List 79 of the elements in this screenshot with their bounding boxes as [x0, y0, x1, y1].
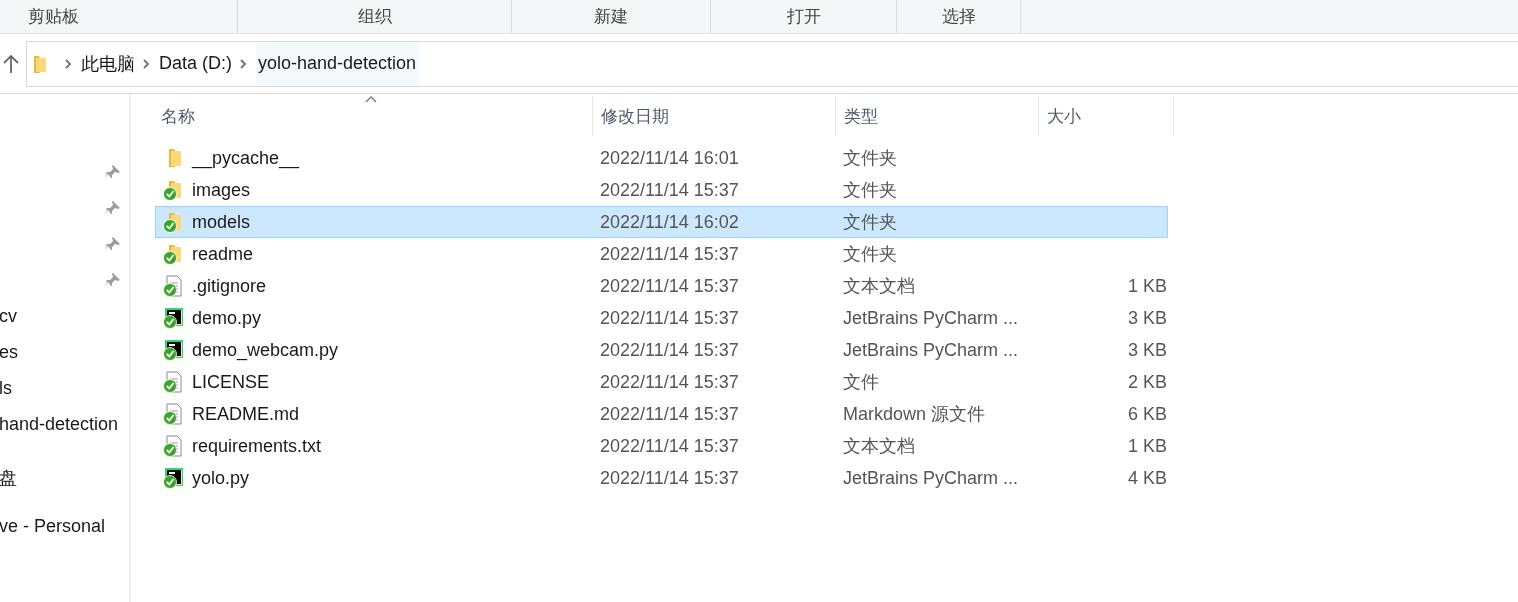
nav-item[interactable]: cv [0, 305, 17, 327]
file-type: 文件夹 [843, 179, 897, 202]
modified-date: 2022/11/14 15:37 [600, 371, 739, 393]
sort-caret-icon [365, 96, 377, 103]
nav-item[interactable]: 盘 [0, 466, 17, 490]
file-size: 1 KB [1127, 275, 1167, 297]
file-type: 文件 [843, 371, 879, 394]
chevron-icon[interactable] [64, 57, 72, 70]
modified-date: 2022/11/14 15:37 [600, 467, 739, 489]
file-name: yolo.py [192, 467, 250, 489]
file-type: 文件夹 [843, 211, 897, 234]
file-name: LICENSE [192, 371, 270, 393]
file-row[interactable]: requirements.txt 2022/11/14 15:37 文本文档 1 KB [155, 430, 1168, 462]
file-name: .gitignore [192, 275, 267, 297]
file-name: readme [192, 243, 254, 265]
file-row[interactable]: README.md 2022/11/14 15:37 Markdown 源文件 6 KB [155, 398, 1168, 430]
file-row[interactable]: readme 2022/11/14 15:37 文件夹 [155, 238, 1168, 270]
ribbon-group-label: 新建 [594, 6, 628, 28]
ribbon-group-label: 打开 [786, 6, 821, 28]
ribbon-group-label: 剪贴板 [28, 6, 79, 28]
file-size: 6 KB [1127, 403, 1167, 425]
file-size: 2 KB [1127, 371, 1167, 393]
file-row[interactable]: .gitignore 2022/11/14 15:37 文本文档 1 KB [155, 270, 1168, 302]
file-type: Markdown 源文件 [843, 403, 986, 426]
pin-icon[interactable] [105, 236, 121, 252]
file-type: JetBrains PyCharm ... [843, 307, 1019, 329]
chevron-icon[interactable] [239, 57, 247, 70]
file-name: __pycache__ [192, 147, 300, 169]
modified-date: 2022/11/14 15:37 [600, 243, 739, 265]
modified-date: 2022/11/14 15:37 [600, 435, 739, 457]
column-header[interactable]: 修改日期 [593, 96, 836, 136]
ribbon-group-label: 选择 [941, 6, 976, 28]
modified-date: 2022/11/14 16:02 [600, 211, 739, 233]
modified-date: 2022/11/14 16:01 [600, 147, 739, 169]
file-row[interactable]: yolo.py 2022/11/14 15:37 JetBrains PyCharm ... 4 KB [155, 462, 1168, 494]
file-size: 3 KB [1127, 339, 1167, 361]
file-name: requirements.txt [192, 435, 322, 457]
file-name: models [192, 211, 251, 233]
modified-date: 2022/11/14 15:37 [600, 403, 739, 425]
file-size: 4 KB [1127, 467, 1167, 489]
pin-icon[interactable] [105, 272, 121, 288]
file-row[interactable]: demo_webcam.py 2022/11/14 15:37 JetBrains PyCharm ... 3 KB [155, 334, 1168, 366]
file-row[interactable]: images 2022/11/14 15:37 文件夹 [155, 174, 1168, 206]
file-type: 文件夹 [843, 147, 897, 170]
file-name: README.md [192, 403, 299, 425]
file-type: 文件夹 [843, 243, 897, 266]
column-header[interactable]: 名称 [153, 96, 593, 136]
file-type: JetBrains PyCharm ... [843, 339, 1019, 361]
modified-date: 2022/11/14 15:37 [600, 179, 739, 201]
file-row[interactable]: __pycache__ 2022/11/14 16:01 文件夹 [155, 142, 1168, 174]
pin-icon[interactable] [105, 164, 121, 180]
modified-date: 2022/11/14 15:37 [600, 307, 739, 329]
breadcrumb-item[interactable]: 此电脑 [81, 51, 135, 76]
folder-icon [33, 53, 47, 74]
file-name: demo_webcam.py [192, 339, 339, 361]
chevron-icon[interactable] [142, 57, 150, 70]
column-header[interactable]: 大小 [1039, 96, 1174, 136]
nav-item[interactable]: es [0, 341, 18, 363]
nav-item[interactable]: ls [0, 377, 12, 399]
file-type: 文本文档 [843, 275, 915, 298]
file-name: demo.py [192, 307, 262, 329]
file-row[interactable]: demo.py 2022/11/14 15:37 JetBrains PyCharm ... 3 KB [155, 302, 1168, 334]
pin-icon[interactable] [105, 200, 121, 216]
file-row[interactable]: LICENSE 2022/11/14 15:37 文件 2 KB [155, 366, 1168, 398]
file-type: 文本文档 [843, 435, 915, 458]
file-size: 1 KB [1127, 435, 1167, 457]
modified-date: 2022/11/14 15:37 [600, 275, 739, 297]
file-size: 3 KB [1127, 307, 1167, 329]
file-type: JetBrains PyCharm ... [843, 467, 1019, 489]
address-bar[interactable]: 此电脑 Data (D:) yolo-hand-detection [26, 40, 1518, 87]
file-row[interactable]: models 2022/11/14 16:02 文件夹 [155, 206, 1168, 238]
modified-date: 2022/11/14 15:37 [600, 339, 739, 361]
nav-item[interactable]: hand-detection [0, 413, 119, 435]
breadcrumb-item[interactable]: Data (D:) [159, 53, 232, 74]
file-name: images [192, 179, 251, 201]
breadcrumb-item[interactable]: yolo-hand-detection [256, 41, 421, 86]
column-header[interactable]: 类型 [836, 96, 1039, 136]
ribbon-group-label: 组织 [357, 6, 392, 28]
up-arrow-icon[interactable] [3, 53, 19, 74]
